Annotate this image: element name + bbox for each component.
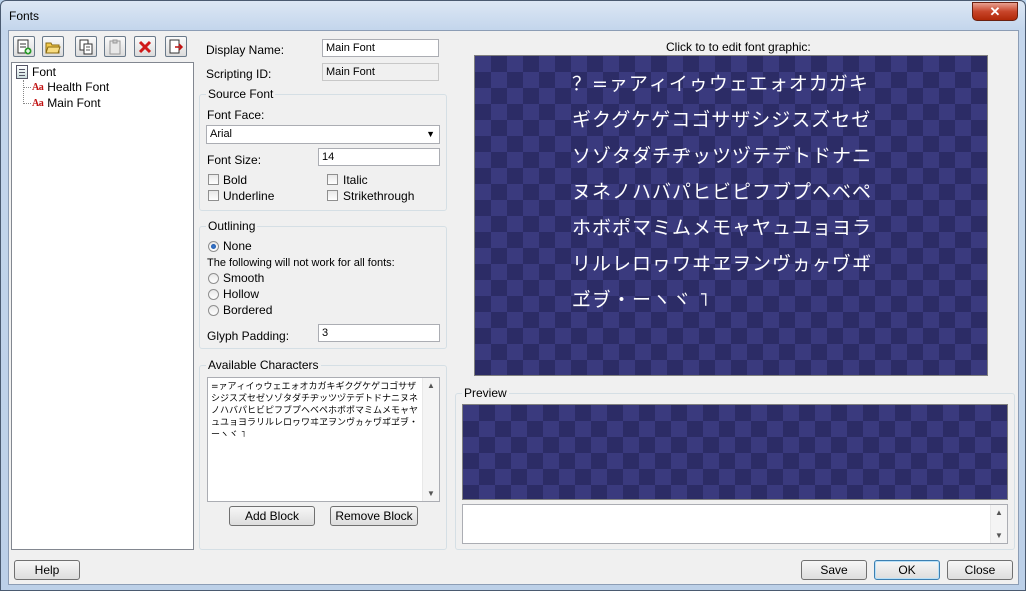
tree-connector — [23, 87, 31, 88]
tree-item-health-font[interactable]: Aa Health Font — [32, 79, 109, 95]
glyph-row: ホボポマミムメモャヤュユョヨラ — [572, 217, 873, 239]
dialog-client: Font Aa Health Font Aa Main Font Display… — [8, 30, 1019, 585]
outline-none-label: None — [223, 239, 252, 253]
available-characters-textarea[interactable]: =ァアィイゥウェエォオカガキギクグケゲコゴサザシジスズセゼソゾタダチヂッツヅテデ… — [207, 377, 440, 502]
preview-input[interactable]: ▲ ▼ — [462, 504, 1008, 544]
scripting-id-field: Main Font — [322, 63, 439, 81]
font-glyph-sheet: ？=ァアィイゥウェエォオカガキ ギクグケゲコゴサザシジスズセゼ ソゾタダチヂッツ… — [572, 66, 882, 318]
close-button[interactable]: Close — [947, 560, 1013, 580]
glyph-row: ？=ァアィイゥウェエォオカガキ — [572, 73, 869, 95]
copy-icon — [79, 39, 93, 54]
ok-button[interactable]: OK — [874, 560, 940, 580]
tree-connector — [23, 80, 24, 102]
font-icon: Aa — [32, 97, 44, 109]
title-bar: Fonts ✕ — [1, 1, 1025, 31]
characters-scrollbar[interactable]: ▲ ▼ — [422, 378, 439, 501]
outline-smooth-radio[interactable] — [208, 273, 219, 284]
display-name-field[interactable]: Main Font — [322, 39, 439, 57]
paste-button[interactable] — [104, 36, 126, 57]
glyph-row: ヌネノハバパヒビピフブプヘベペ — [572, 181, 873, 203]
font-face-value: Arial — [210, 128, 233, 140]
window-close-button[interactable]: ✕ — [972, 2, 1018, 21]
outline-smooth-label: Smooth — [223, 271, 265, 285]
outline-none-radio[interactable] — [208, 241, 219, 252]
available-characters-title: Available Characters — [206, 358, 321, 372]
paste-icon — [109, 39, 121, 54]
scroll-down-icon[interactable]: ▼ — [995, 531, 1003, 540]
glyph-row: ソゾタダチヂッツヅテデトドナニ — [572, 145, 873, 167]
preview-canvas — [462, 404, 1008, 500]
scroll-up-icon[interactable]: ▲ — [995, 508, 1003, 517]
outline-note: The following will not work for all font… — [207, 257, 395, 269]
export-icon — [169, 39, 184, 53]
font-icon: Aa — [32, 81, 44, 93]
underline-label: Underline — [223, 189, 275, 203]
preview-scrollbar[interactable]: ▲ ▼ — [990, 505, 1007, 543]
font-face-label: Font Face: — [207, 108, 265, 122]
strikethrough-checkbox[interactable] — [327, 190, 338, 201]
tree-connector — [23, 103, 31, 104]
font-tree[interactable]: Font Aa Health Font Aa Main Font — [11, 62, 194, 550]
glyph-row: リルレロヮワヰヱヲンヴヵヶヷヸ — [572, 253, 873, 275]
font-face-select[interactable]: Arial ▼ — [206, 125, 440, 144]
save-button[interactable]: Save — [801, 560, 867, 580]
italic-label: Italic — [343, 173, 368, 187]
italic-checkbox[interactable] — [327, 174, 338, 185]
outline-bordered-label: Bordered — [223, 303, 273, 317]
preview-group: Preview ▲ ▼ — [455, 386, 1015, 550]
fonts-window: Fonts ✕ Font Aa Health Font Aa Main Font… — [0, 0, 1026, 591]
scroll-up-icon[interactable]: ▲ — [427, 381, 435, 390]
add-block-button[interactable]: Add Block — [229, 506, 315, 526]
preview-title: Preview — [462, 386, 509, 400]
open-folder-icon — [45, 42, 61, 53]
glyph-padding-label: Glyph Padding: — [207, 329, 290, 343]
outlining-title: Outlining — [206, 219, 258, 233]
strikethrough-label: Strikethrough — [343, 189, 415, 203]
scripting-id-label: Scripting ID: — [206, 67, 272, 81]
delete-button[interactable] — [134, 36, 156, 57]
underline-checkbox[interactable] — [208, 190, 219, 201]
font-size-field[interactable]: 14 — [318, 148, 440, 166]
available-characters-group: Available Characters =ァアィイゥウェエォオカガキギクグケゲ… — [199, 358, 447, 550]
export-button[interactable] — [165, 36, 187, 57]
outline-hollow-label: Hollow — [223, 287, 260, 301]
font-size-label: Font Size: — [207, 153, 262, 167]
new-font-icon — [17, 39, 32, 54]
delete-icon — [138, 40, 152, 53]
open-button[interactable] — [42, 36, 64, 57]
available-characters-text: =ァアィイゥウェエォオカガキギクグケゲコゴサザシジスズセゼソゾタダチヂッツヅテデ… — [211, 382, 419, 440]
tree-root-font[interactable]: Font — [16, 64, 56, 80]
tree-item-main-font[interactable]: Aa Main Font — [32, 95, 101, 111]
window-title: Fonts — [9, 9, 40, 23]
outlining-group: Outlining None The following will not wo… — [199, 219, 447, 349]
font-graphic-caption: Click to to edit font graphic: — [666, 40, 811, 54]
chevron-down-icon: ▼ — [426, 129, 435, 139]
remove-block-button[interactable]: Remove Block — [330, 506, 418, 526]
glyph-padding-field[interactable]: 3 — [318, 324, 440, 342]
copy-button[interactable] — [75, 36, 97, 57]
font-graphic-canvas[interactable]: ？=ァアィイゥウェエォオカガキ ギクグケゲコゴサザシジスズセゼ ソゾタダチヂッツ… — [474, 55, 988, 376]
glyph-row: ギクグケゲコゴサザシジスズセゼ — [572, 109, 872, 131]
help-button[interactable]: Help — [14, 560, 80, 580]
source-font-group: Source Font Font Face: Arial ▼ Font Size… — [199, 87, 447, 211]
source-font-title: Source Font — [206, 87, 276, 101]
outline-bordered-radio[interactable] — [208, 305, 219, 316]
bold-label: Bold — [223, 173, 248, 187]
fonts-folder-icon — [16, 65, 28, 79]
display-name-label: Display Name: — [206, 43, 285, 57]
glyph-row: ヹヺ・ーヽヾ ˥ — [572, 289, 710, 311]
tree-item-label: Health Font — [47, 80, 110, 94]
bold-checkbox[interactable] — [208, 174, 219, 185]
tree-root-label: Font — [32, 65, 57, 79]
scroll-down-icon[interactable]: ▼ — [427, 489, 435, 498]
new-font-button[interactable] — [13, 36, 35, 57]
outline-hollow-radio[interactable] — [208, 289, 219, 300]
tree-item-label: Main Font — [47, 96, 101, 110]
